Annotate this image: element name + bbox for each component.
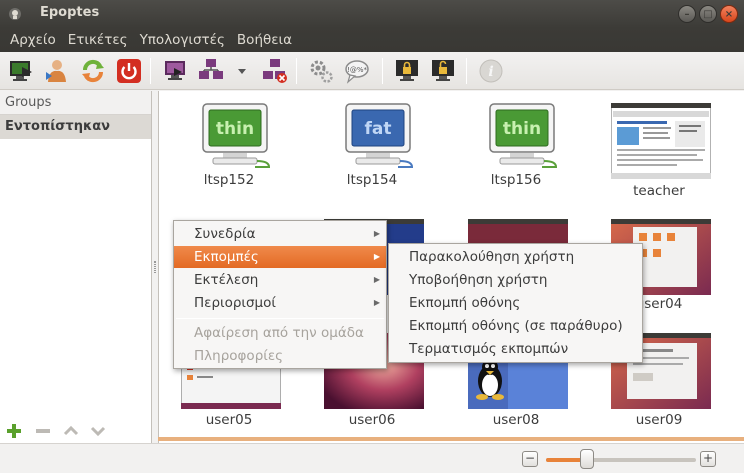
zoom-slider-track[interactable] <box>546 458 696 462</box>
status-bar: − + <box>0 443 744 473</box>
app-icon <box>9 8 21 20</box>
client-tile[interactable]: thin ltsp156 <box>456 101 576 191</box>
submenu-item-stop-broadcasts[interactable]: Τερματισμός εκπομπών <box>389 338 642 360</box>
remote-monitor-icon[interactable] <box>162 58 188 84</box>
toolbar-separator <box>150 58 151 84</box>
maximize-icon: □ <box>703 8 713 20</box>
submenu-item-monitor-user[interactable]: Παρακολούθηση χρήστη <box>389 246 642 268</box>
menu-item-label: Εκπομπές <box>194 249 259 265</box>
add-icon[interactable] <box>5 422 23 440</box>
menu-item-session[interactable]: Συνεδρία ▶ <box>174 223 386 245</box>
svg-text:thin: thin <box>503 119 541 139</box>
toolbar-separator <box>466 58 467 84</box>
menu-item-label: Περιορισμοί <box>194 295 276 311</box>
menu-help[interactable]: Βοήθεια <box>231 32 298 48</box>
window-title: Epoptes <box>40 5 100 20</box>
svg-text:!@%*: !@%* <box>347 66 367 74</box>
fat-client-icon: fat <box>345 103 414 168</box>
menu-computers[interactable]: Υπολογιστές <box>134 32 231 48</box>
send-message-icon[interactable]: !@%* <box>344 58 370 84</box>
menu-file[interactable]: Αρχείο <box>4 32 62 48</box>
client-label: user06 <box>348 412 396 428</box>
client-label: ltsp152 <box>203 172 255 188</box>
shutdown-icon[interactable] <box>116 58 142 84</box>
unlock-screen-icon[interactable] <box>430 58 456 84</box>
broadcasts-submenu: Παρακολούθηση χρήστη Υποβοήθηση χρήστη Ε… <box>388 243 643 363</box>
minimize-button[interactable]: – <box>678 5 696 23</box>
title-bar: Epoptes – □ × <box>0 0 744 28</box>
submenu-arrow-icon: ▶ <box>373 298 380 307</box>
screen-thumbnail <box>611 103 711 179</box>
lock-screen-icon[interactable] <box>394 58 420 84</box>
menu-item-execute[interactable]: Εκτέλεση ▶ <box>174 269 386 291</box>
menu-item-label: Συνεδρία <box>194 226 256 242</box>
menu-separator <box>176 318 384 319</box>
menu-item-label: Εκτέλεση <box>194 272 259 288</box>
maximize-button[interactable]: □ <box>699 5 717 23</box>
toolbar: !@%* i <box>0 52 744 90</box>
move-up-icon[interactable] <box>62 422 80 440</box>
submenu-arrow-icon: ▶ <box>373 229 380 238</box>
user-login-icon[interactable] <box>44 58 70 84</box>
minimize-icon: – <box>684 8 690 20</box>
groups-sidebar: Groups Εντοπίστηκαν <box>0 91 152 443</box>
client-label: ltsp156 <box>490 172 542 188</box>
close-icon: × <box>724 8 734 20</box>
client-label: user08 <box>492 412 540 428</box>
submenu-item-broadcast-windowed[interactable]: Εκπομπή οθόνης (σε παράθυρο) <box>389 315 642 337</box>
toolbar-separator <box>296 58 297 84</box>
submenu-item-broadcast-screen[interactable]: Εκπομπή οθόνης <box>389 292 642 314</box>
group-item-detected[interactable]: Εντοπίστηκαν <box>0 115 151 139</box>
execute-gear-icon[interactable] <box>308 58 334 84</box>
client-tile[interactable]: fat ltsp154 <box>312 101 432 191</box>
menu-item-restrictions[interactable]: Περιορισμοί ▶ <box>174 292 386 314</box>
zoom-in-button[interactable]: + <box>700 451 716 467</box>
thin-client-icon: thin <box>489 103 558 168</box>
client-tile[interactable]: thin ltsp152 <box>169 101 289 191</box>
zoom-out-button[interactable]: − <box>522 451 538 467</box>
zoom-in-icon: + <box>702 451 714 465</box>
stop-broadcast-icon[interactable] <box>262 58 288 84</box>
client-label: user09 <box>635 412 683 428</box>
broadcast-icon[interactable] <box>198 58 224 84</box>
client-label: ltsp154 <box>346 172 398 188</box>
client-tile[interactable]: teacher <box>599 101 719 199</box>
client-label: user05 <box>205 412 253 428</box>
menu-bar: Αρχείο Ετικέτες Υπολογιστές Βοήθεια <box>0 28 744 52</box>
zoom-slider-handle[interactable] <box>579 449 594 469</box>
zoom-out-icon: − <box>524 451 536 465</box>
client-context-menu: Συνεδρία ▶ Εκπομπές ▶ Εκτέλεση ▶ Περιορισμο… <box>173 220 387 369</box>
groups-header[interactable]: Groups <box>0 91 151 115</box>
remove-icon[interactable] <box>34 422 52 440</box>
submenu-arrow-icon: ▶ <box>373 252 380 261</box>
svg-text:i: i <box>488 64 493 80</box>
svg-text:fat: fat <box>365 119 392 139</box>
submenu-item-assist-user[interactable]: Υποβοήθηση χρήστη <box>389 269 642 291</box>
window-controls: – □ × <box>678 5 738 23</box>
monitor-user-icon[interactable] <box>8 58 34 84</box>
thin-client-icon: thin <box>202 103 271 168</box>
menu-item-remove-from-group: Αφαίρεση από την ομάδα <box>194 325 364 341</box>
view-bottom-edge <box>158 437 744 441</box>
menu-labels[interactable]: Ετικέτες <box>62 32 134 48</box>
info-icon[interactable]: i <box>478 58 504 84</box>
menu-item-broadcasts[interactable]: Εκπομπές ▶ <box>174 246 386 268</box>
submenu-arrow-icon: ▶ <box>373 275 380 284</box>
group-actions <box>0 420 152 442</box>
svg-text:thin: thin <box>216 119 254 139</box>
chevron-down-icon[interactable] <box>232 58 252 84</box>
toolbar-separator <box>382 58 383 84</box>
close-button[interactable]: × <box>720 5 738 23</box>
refresh-icon[interactable] <box>80 58 106 84</box>
move-down-icon[interactable] <box>89 422 107 440</box>
menu-item-information: Πληροφορίες <box>194 348 284 364</box>
client-label: teacher <box>633 183 685 199</box>
